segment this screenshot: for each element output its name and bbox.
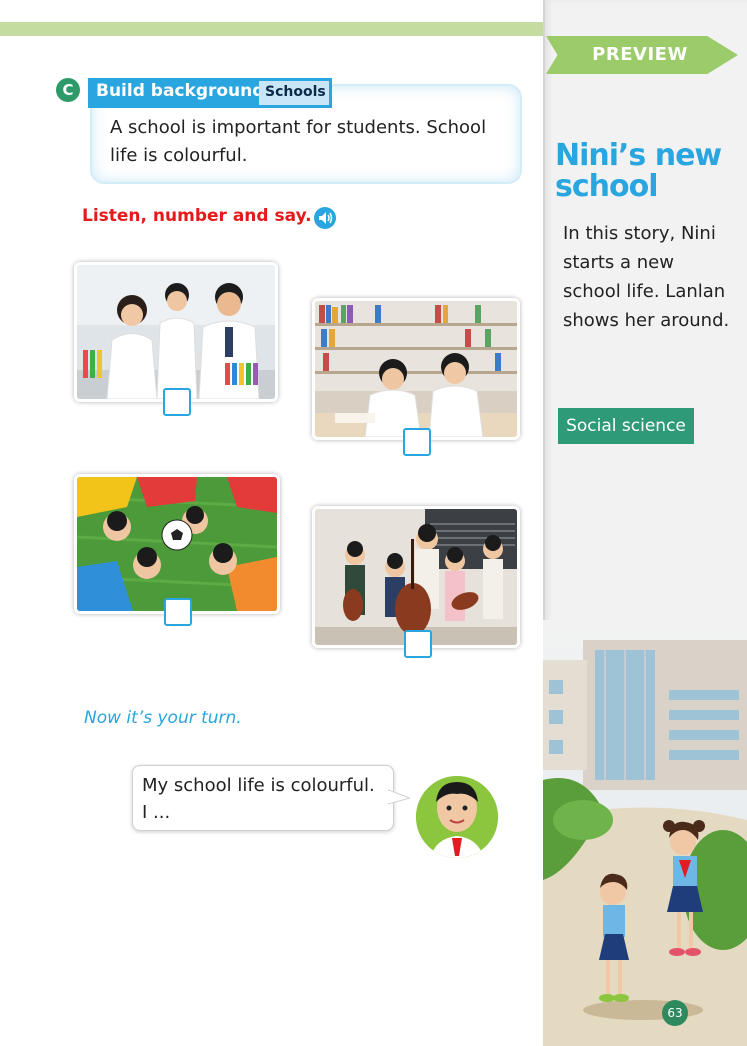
number-box-1[interactable]: [163, 388, 191, 416]
speaker-icon[interactable]: [314, 207, 336, 229]
subject-tag: Social science: [558, 408, 694, 444]
school-scene-illustration: [543, 620, 747, 1046]
story-description: In this story, Nini starts a new school …: [563, 223, 730, 331]
boy-avatar: [416, 776, 498, 858]
bubble-text-line1: My school life is colourful.: [142, 775, 375, 796]
preview-label: PREVIEW: [592, 44, 688, 65]
photo-library: [312, 298, 520, 440]
section-subtitle: Schools: [265, 84, 326, 100]
section-body: A school is important for students. Scho…: [110, 117, 487, 166]
number-box-4[interactable]: [404, 630, 432, 658]
number-box-2[interactable]: [403, 428, 431, 456]
instruction: Listen, number and say.: [82, 206, 312, 226]
bubble-text-line2: I ...: [142, 802, 171, 823]
photo-science-lab: [74, 262, 278, 402]
photo-football: [74, 474, 280, 614]
number-box-3[interactable]: [164, 598, 192, 626]
section-title: Build background: [96, 81, 265, 101]
page-number: 63: [662, 1000, 688, 1026]
section-badge: C: [56, 78, 80, 102]
your-turn-prompt: Now it’s your turn.: [84, 708, 242, 728]
top-bar: [0, 22, 560, 36]
speech-bubble-tail: [388, 789, 410, 805]
photo-music: [312, 506, 520, 648]
story-title: Nini’s new school: [555, 138, 722, 204]
